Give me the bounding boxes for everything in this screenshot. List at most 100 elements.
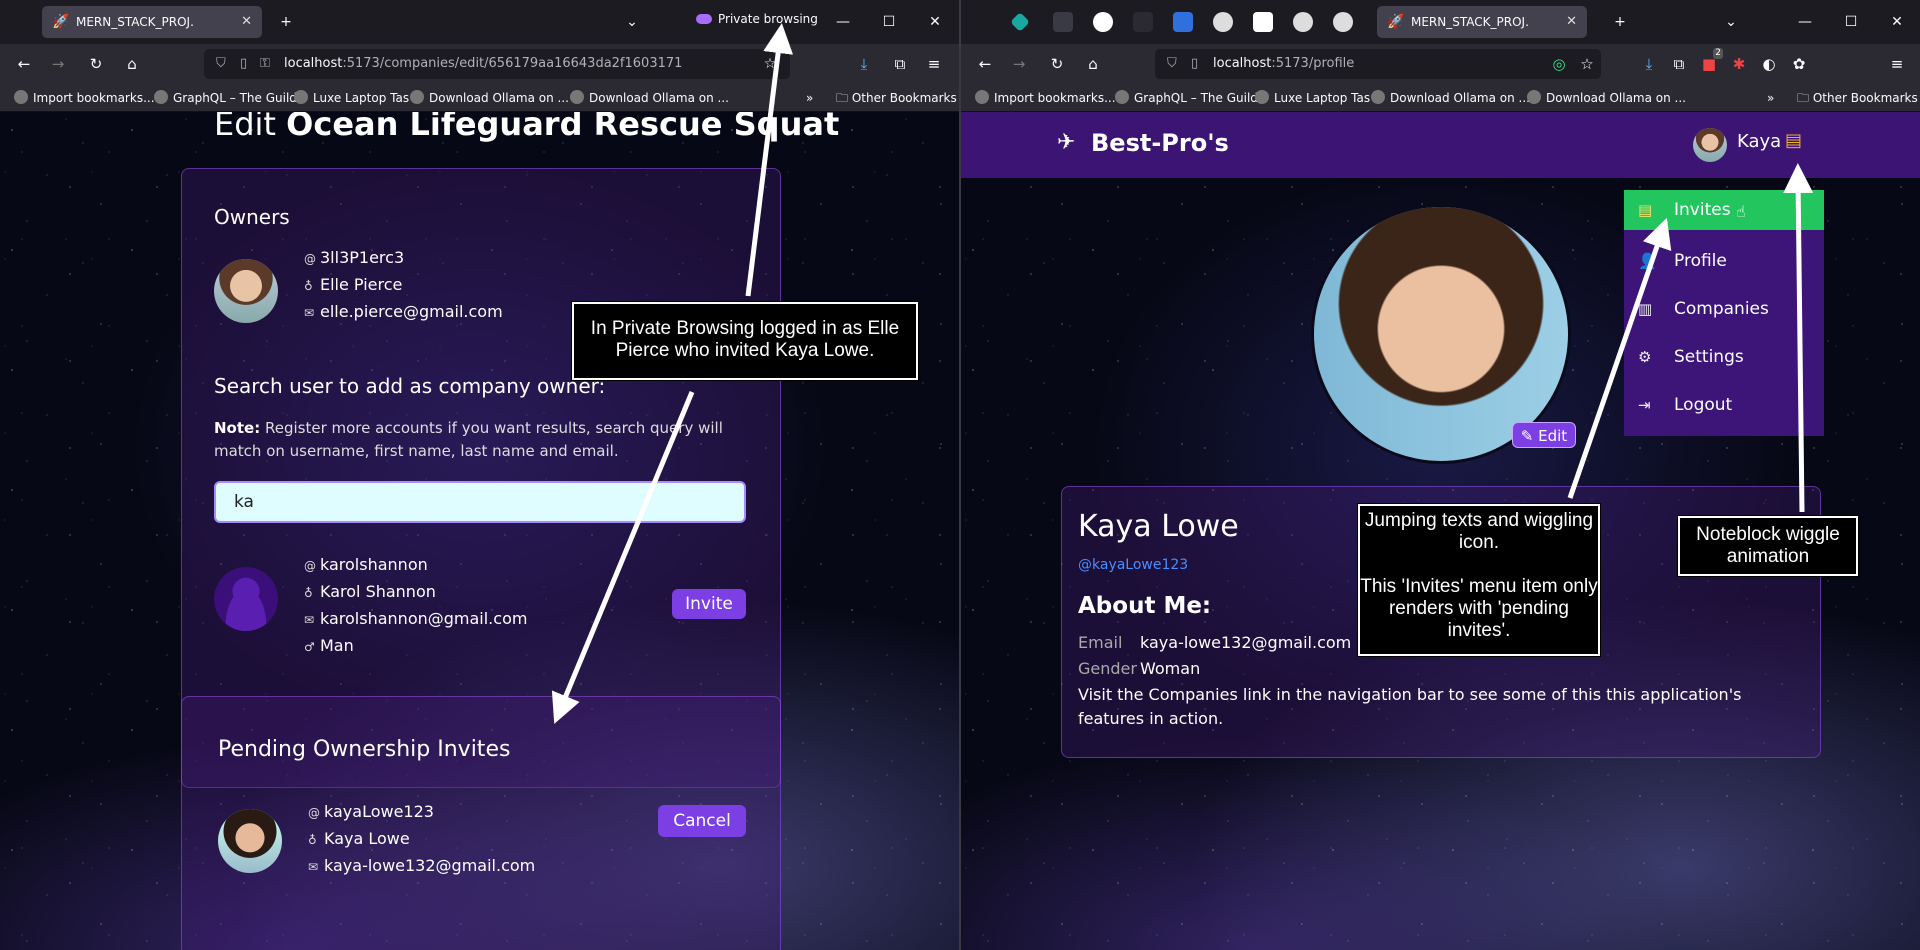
other-bookmarks-folder[interactable]: 🗀 Other Bookmarks (836, 84, 957, 112)
private-browsing-indicator: Private browsing (696, 12, 818, 26)
result-name: Karol Shannon (320, 582, 436, 601)
avatar (214, 567, 278, 631)
bookmark-item[interactable]: Download Ollama on ... (1371, 84, 1530, 112)
menu-item-settings[interactable]: ⚙ Settings (1624, 337, 1824, 377)
bookmark-item[interactable]: Download Ollama on ... (570, 84, 729, 112)
extension-ring-icon[interactable]: ◎ (1547, 52, 1571, 76)
pinned-tab[interactable] (1253, 12, 1273, 32)
ublock-icon[interactable]: ■ 2 (1697, 48, 1723, 76)
clipboard-icon: ▤ (1638, 201, 1653, 219)
mail-icon: ✉ (308, 860, 319, 874)
pinned-tab[interactable] (1293, 12, 1313, 32)
menu-label: Invites (1674, 200, 1731, 220)
extensions-icon[interactable]: ⧉ (1667, 52, 1691, 76)
reload-icon[interactable]: ↻ (84, 52, 108, 76)
github-icon[interactable] (1093, 12, 1113, 32)
home-icon[interactable]: ⌂ (120, 52, 144, 76)
downloads-icon[interactable]: ⤓ (1637, 52, 1661, 76)
pinned-tab[interactable] (1010, 12, 1030, 32)
new-tab-icon[interactable]: + (1608, 10, 1632, 34)
extension-icon[interactable]: ✿ (1787, 52, 1811, 76)
noteblock-icon[interactable]: ▤ (1785, 130, 1802, 151)
new-tab-icon[interactable]: + (274, 10, 298, 34)
url-bar[interactable]: ⛉ ▯ ⚿ localhost:5173/companies/edit/6561… (204, 49, 790, 79)
result-email: karolshannon@gmail.com (320, 609, 528, 628)
bookmark-item[interactable]: Luxe Laptop Tas (1255, 84, 1370, 112)
owners-heading: Owners (214, 205, 290, 229)
dark-reader-icon[interactable]: ◐ (1757, 52, 1781, 76)
bookmark-item[interactable]: Import bookmarks... (14, 84, 155, 112)
bookmark-item[interactable]: GraphQL – The Guild (154, 84, 297, 112)
menu-label: Companies (1674, 299, 1769, 319)
tab-mern-stack[interactable]: 🚀 MERN_STACK_PROJ. ✕ (42, 6, 262, 38)
close-tab-icon[interactable]: ✕ (241, 6, 252, 38)
back-icon[interactable]: ← (973, 52, 997, 76)
nav-username[interactable]: Kaya (1737, 131, 1781, 152)
menu-item-profile[interactable]: 👤 Profile (1624, 241, 1824, 281)
tab-mern-stack[interactable]: 🚀 MERN_STACK_PROJ. ✕ (1377, 6, 1587, 38)
url-bar[interactable]: ⛉ ▯ localhost:5173/profile (1155, 49, 1601, 79)
more-bookmarks-icon[interactable]: » (806, 84, 813, 112)
extensions-icon[interactable]: ⧉ (888, 52, 912, 76)
bookmark-item[interactable]: Download Ollama on ... (410, 84, 569, 112)
minimize-icon[interactable]: — (1793, 10, 1817, 34)
pinned-tab[interactable] (1133, 12, 1153, 32)
private-browser-window: 🚀 MERN_STACK_PROJ. ✕ + ⌄ Private browsin… (0, 0, 959, 950)
list-tabs-icon[interactable]: ⌄ (620, 10, 644, 34)
search-input[interactable]: ka (214, 481, 746, 523)
url-host: localhost (284, 56, 343, 71)
bookmark-star-icon[interactable]: ☆ (1575, 52, 1599, 76)
minimize-icon[interactable]: — (831, 10, 855, 34)
home-icon[interactable]: ⌂ (1081, 52, 1105, 76)
cancel-invite-button[interactable]: Cancel (658, 805, 746, 837)
hand-cursor-icon: ☝ (1736, 202, 1746, 221)
owner-username: 3ll3P1erc3 (320, 248, 405, 267)
company-name: Ocean Lifeguard Rescue Squat (286, 112, 840, 143)
downloads-icon[interactable]: ⤓ (852, 52, 876, 76)
brand-name[interactable]: Best-Pro's (1091, 129, 1229, 157)
list-tabs-icon[interactable]: ⌄ (1719, 10, 1743, 34)
forward-icon[interactable]: → (1007, 52, 1031, 76)
close-window-icon[interactable]: ✕ (1885, 10, 1909, 34)
user-dropdown-menu: ▤ Invites ☝ 👤 Profile ▥ Companies ⚙ Settings … (1624, 190, 1824, 436)
menu-icon[interactable]: ≡ (1885, 52, 1909, 76)
pinned-tab[interactable] (1053, 12, 1073, 32)
other-bookmarks-folder[interactable]: 🗀 Other Bookmarks (1797, 84, 1918, 112)
at-icon: @ (304, 252, 316, 266)
pinned-tab[interactable] (1333, 12, 1353, 32)
nav-avatar[interactable] (1693, 128, 1727, 162)
bookmark-item[interactable]: Download Ollama on ... (1527, 84, 1686, 112)
email-label: Email (1078, 633, 1123, 652)
reload-icon[interactable]: ↻ (1045, 52, 1069, 76)
maximize-icon[interactable]: ☐ (1839, 10, 1863, 34)
note-text: Register more accounts if you want resul… (214, 419, 723, 460)
bookmark-item[interactable]: GraphQL – The Guild (1115, 84, 1258, 112)
tab-bar: 🚀 MERN_STACK_PROJ. ✕ + ⌄ — ☐ ✕ (961, 0, 1920, 44)
edit-picture-button[interactable]: ✎ Edit (1512, 422, 1576, 448)
shield-icon: ⛉ (216, 56, 226, 71)
forward-icon[interactable]: → (46, 52, 70, 76)
menu-icon[interactable]: ≡ (922, 52, 946, 76)
back-icon[interactable]: ← (12, 52, 36, 76)
search-query: ka (234, 492, 254, 512)
more-bookmarks-icon[interactable]: » (1767, 84, 1774, 112)
extension-icon[interactable]: ✱ (1727, 52, 1751, 76)
bookmarks-toolbar: Import bookmarks... GraphQL – The Guild … (0, 84, 959, 112)
tab-title: MERN_STACK_PROJ. (76, 15, 194, 29)
person-icon: ♁ (304, 279, 313, 293)
bookmark-item[interactable]: Import bookmarks... (975, 84, 1116, 112)
menu-item-invites[interactable]: ▤ Invites ☝ (1624, 190, 1824, 230)
menu-item-logout[interactable]: ⇥ Logout (1624, 385, 1824, 425)
search-note: Note: Register more accounts if you want… (214, 417, 754, 463)
bookmarks-toolbar: Import bookmarks... GraphQL – The Guild … (961, 84, 1920, 112)
close-tab-icon[interactable]: ✕ (1566, 6, 1577, 38)
pinned-tab[interactable] (1213, 12, 1233, 32)
invite-button[interactable]: Invite (672, 589, 746, 619)
close-window-icon[interactable]: ✕ (923, 10, 947, 34)
about-heading: About Me: (1078, 593, 1212, 619)
pinned-tab[interactable] (1173, 12, 1193, 32)
menu-item-companies[interactable]: ▥ Companies (1624, 289, 1824, 329)
bookmark-star-icon[interactable]: ☆ (758, 52, 782, 76)
maximize-icon[interactable]: ☐ (877, 10, 901, 34)
bookmark-item[interactable]: Luxe Laptop Tas (294, 84, 409, 112)
